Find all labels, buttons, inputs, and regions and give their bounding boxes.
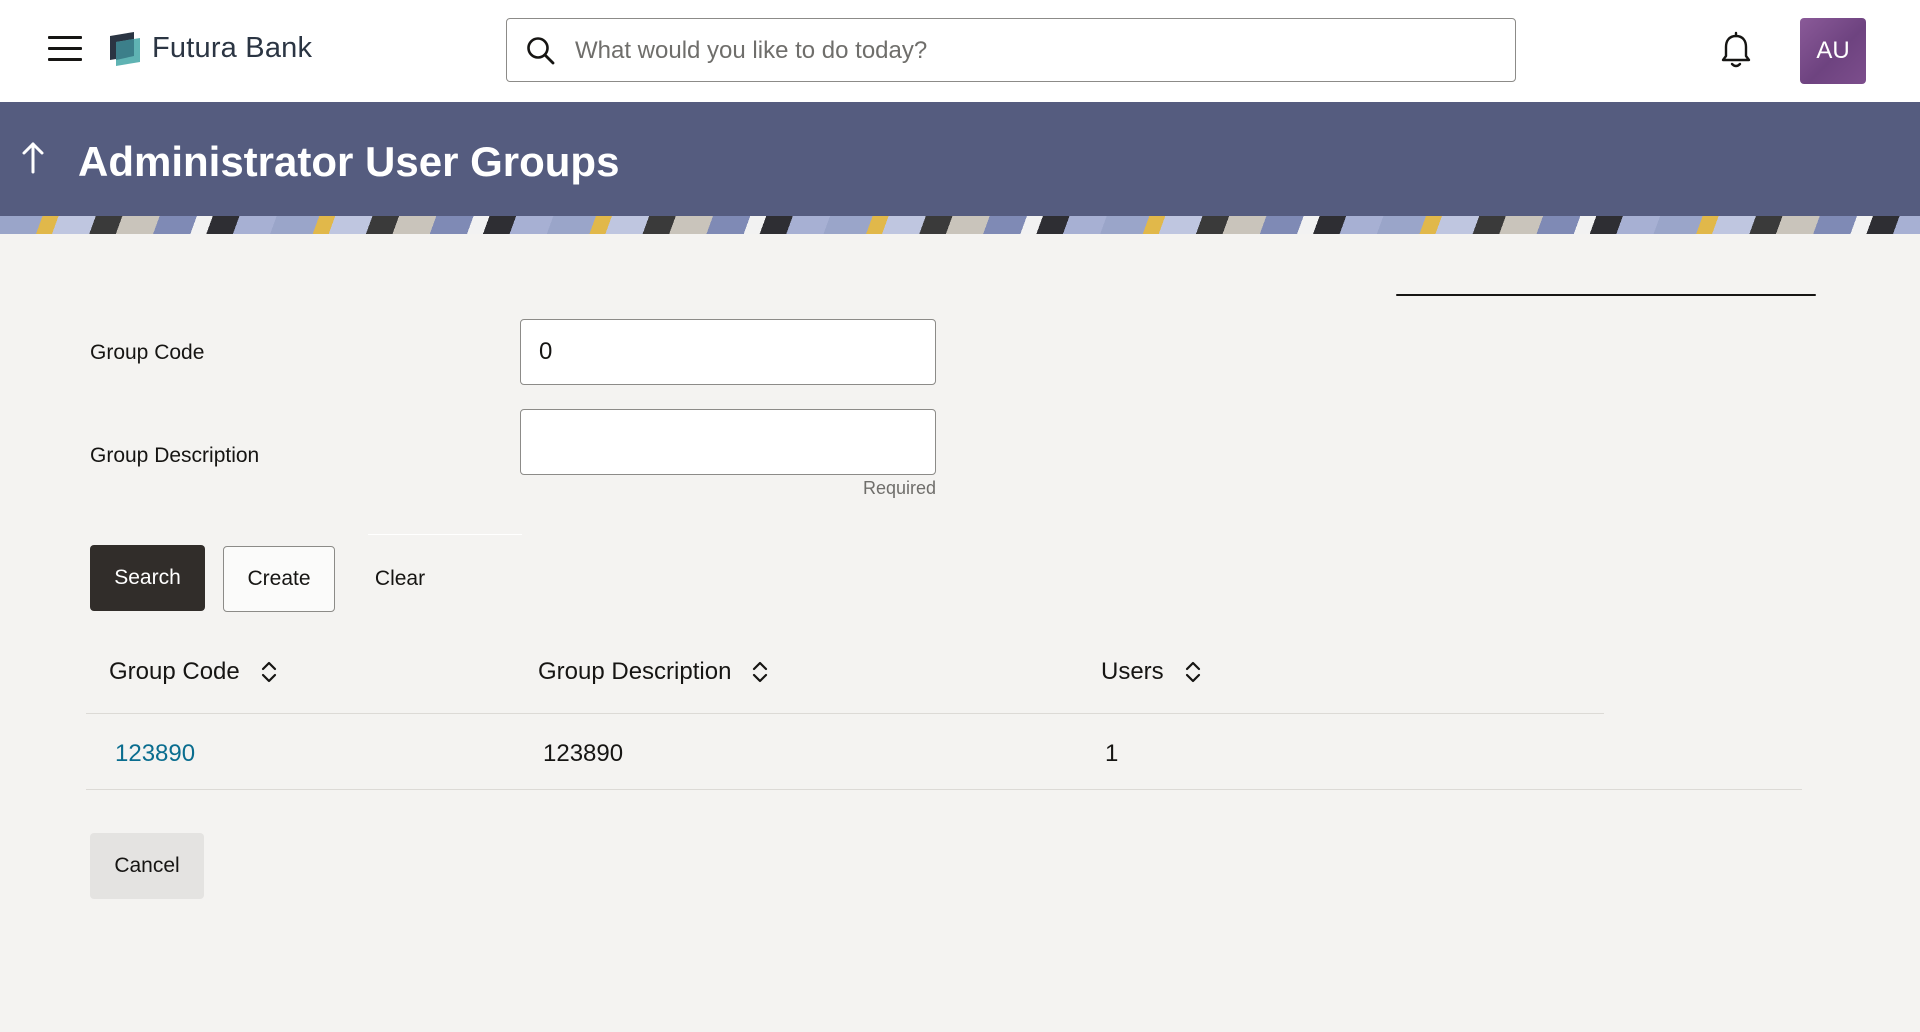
search-icon — [527, 37, 555, 65]
group-description-label: Group Description — [90, 444, 260, 467]
column-header-group-description[interactable]: Group Description — [538, 658, 769, 686]
avatar-initials: AU — [1816, 37, 1850, 64]
column-header-group-code[interactable]: Group Code — [109, 658, 278, 686]
brand-name: Futura Bank — [152, 31, 313, 64]
column-header-label: Users — [1101, 658, 1164, 685]
required-hint: Required — [862, 478, 936, 498]
cancel-button[interactable]: Cancel — [90, 833, 204, 899]
clear-button[interactable]: Clear — [364, 546, 436, 612]
group-code-label: Group Code — [90, 341, 205, 364]
sort-icon — [1185, 661, 1200, 683]
column-header-label: Group Description — [538, 658, 732, 685]
sort-icon — [753, 661, 768, 683]
banner-decoration — [0, 216, 1920, 234]
group-code-link[interactable]: 123890 — [115, 740, 195, 768]
create-button[interactable]: Create — [223, 546, 335, 612]
group-code-field[interactable] — [520, 319, 936, 385]
column-header-users[interactable]: Users — [1101, 658, 1202, 686]
brand[interactable]: Futura Bank — [108, 30, 312, 66]
group-description-cell: 123890 — [543, 740, 624, 767]
arrow-up-icon[interactable] — [18, 140, 48, 176]
divider — [368, 534, 522, 535]
column-header-label: Group Code — [109, 658, 240, 685]
top-bar: Futura Bank AU — [0, 0, 1920, 102]
group-description-input[interactable] — [521, 410, 935, 474]
user-avatar[interactable]: AU — [1800, 18, 1866, 84]
global-search[interactable] — [506, 18, 1516, 82]
menu-icon[interactable] — [48, 36, 82, 64]
users-cell: 1 — [1105, 740, 1119, 767]
bank-logo-icon — [110, 32, 140, 66]
table-row-divider — [86, 789, 1802, 790]
panel-divider — [1396, 294, 1816, 296]
search-input[interactable] — [573, 29, 1497, 73]
group-description-field[interactable] — [520, 409, 936, 475]
sort-icon — [261, 661, 276, 683]
group-code-input[interactable] — [521, 320, 935, 384]
page-title: Administrator User Groups — [78, 138, 620, 185]
search-button[interactable]: Search — [90, 545, 205, 611]
table-header-divider — [86, 713, 1604, 714]
bell-icon[interactable] — [1718, 31, 1754, 71]
